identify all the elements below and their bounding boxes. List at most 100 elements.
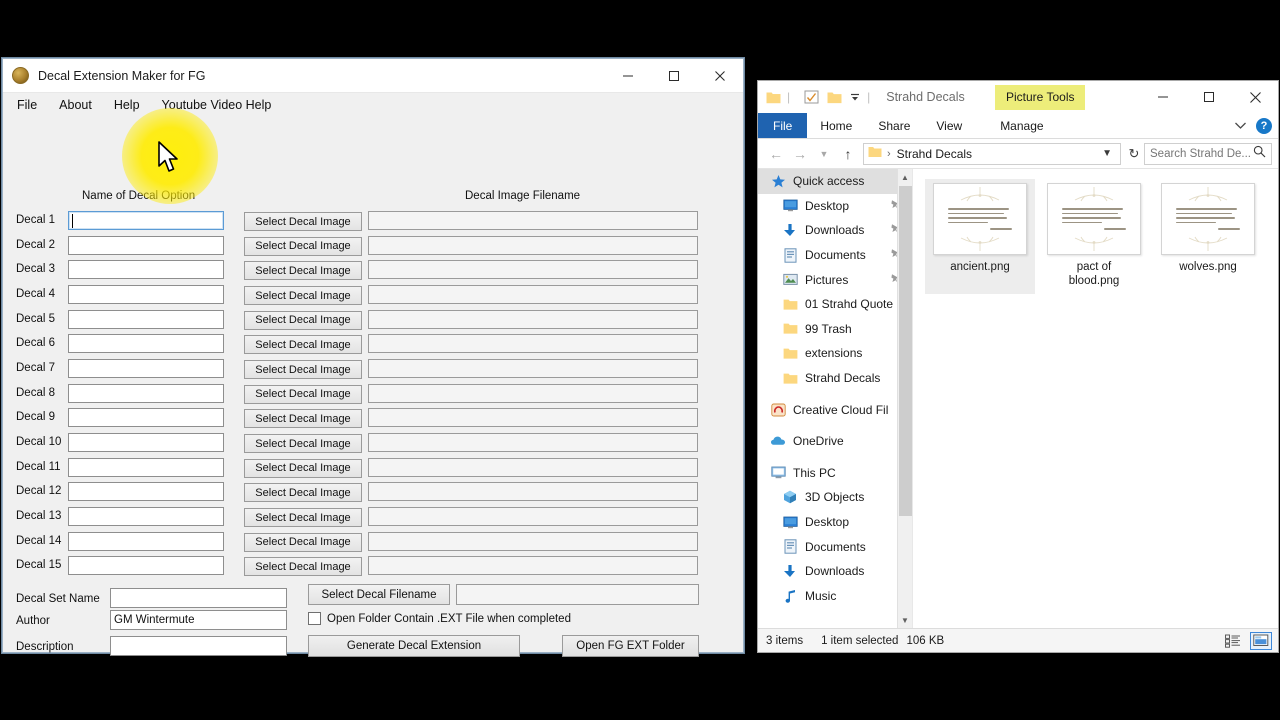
select-decal-image-button-4[interactable]: Select Decal Image [244,286,362,305]
chevron-down-icon[interactable] [1234,117,1247,135]
sidebar-item-extensions[interactable]: extensions [758,341,912,366]
decal-name-input-8[interactable] [68,383,224,403]
decal-image-filename-input-13[interactable] [368,507,698,527]
tab-file[interactable]: File [758,113,808,138]
select-decal-image-button-14[interactable]: Select Decal Image [244,532,362,552]
decal-name-input-5[interactable] [68,309,224,329]
large-icons-view-icon[interactable] [1250,631,1272,650]
decal-name-input-4[interactable] [68,285,224,304]
select-decal-image-button-13[interactable]: Select Decal Image [244,508,362,528]
sidebar-item-3d-objects[interactable]: 3D Objects [758,485,912,510]
sidebar-item-music[interactable]: Music [758,584,912,609]
author-input[interactable]: GM Wintermute [110,610,287,630]
sidebar-item-01-strahd-quote[interactable]: 01 Strahd Quote [758,292,912,317]
sidebar-item-desktop[interactable]: Desktop [758,194,912,219]
details-view-icon[interactable] [1222,632,1244,650]
close-icon[interactable] [697,59,743,92]
decal-name-input-13[interactable] [68,507,224,527]
open-fg-ext-folder-button[interactable]: Open FG EXT Folder [562,635,699,657]
sidebar-item-pictures[interactable]: Pictures [758,267,912,292]
sidebar-item-99-trash[interactable]: 99 Trash [758,317,912,342]
explorer-maximize-icon[interactable] [1186,82,1232,113]
recent-locations-chevron-icon[interactable]: ▼ [812,149,836,159]
select-decal-image-button-7[interactable]: Select Decal Image [244,360,362,380]
help-icon[interactable]: ? [1256,118,1272,134]
file-tile[interactable]: wolves.png [1153,179,1263,294]
sidebar-item-documents[interactable]: Documents [758,534,912,559]
tab-view[interactable]: View [923,113,975,138]
decal-image-filename-input-11[interactable] [368,457,698,477]
search-input[interactable]: Search Strahd De... [1144,142,1272,165]
decal-name-input-11[interactable] [68,457,224,477]
decal-name-input-2[interactable] [68,235,224,255]
decal-image-filename-input-3[interactable] [368,260,698,280]
sidebar-item-strahd-decals[interactable]: Strahd Decals [758,366,912,391]
menu-item-file[interactable]: File [17,98,37,112]
sidebar-item-downloads[interactable]: Downloads [758,218,912,243]
decal-name-input-7[interactable] [68,359,224,379]
select-decal-filename-button[interactable]: Select Decal Filename [308,584,450,605]
forward-icon[interactable]: → [788,146,812,162]
tab-share[interactable]: Share [865,113,923,138]
decal-image-filename-input-8[interactable] [368,383,698,403]
select-decal-image-button-12[interactable]: Select Decal Image [244,483,362,503]
up-icon[interactable]: ↑ [836,146,860,162]
navigation-scrollbar[interactable]: ▲ ▼ [897,169,912,628]
minimize-icon[interactable] [605,59,651,92]
file-tile[interactable]: pact of blood.png [1039,179,1149,294]
customize-dropdown-icon[interactable] [849,91,861,103]
folder-icon[interactable] [766,91,781,104]
select-decal-image-button-9[interactable]: Select Decal Image [244,409,362,429]
select-decal-image-button-8[interactable]: Select Decal Image [244,384,362,404]
breadcrumb-current-folder[interactable]: Strahd Decals [897,147,972,161]
decal-name-input-12[interactable] [68,482,224,502]
address-dropdown-icon[interactable]: ▼ [1102,148,1116,159]
decal-image-filename-input-10[interactable] [368,433,698,453]
back-icon[interactable]: ← [764,146,788,162]
address-input[interactable]: › Strahd Decals ▼ [863,142,1121,165]
tab-home[interactable]: Home [807,113,865,138]
decal-name-input-6[interactable] [68,334,224,354]
sidebar-item-downloads[interactable]: Downloads [758,559,912,584]
decal-image-filename-input-9[interactable] [368,408,698,428]
sidebar-item-onedrive[interactable]: OneDrive [758,429,912,454]
sidebar-item-desktop[interactable]: Desktop [758,510,912,535]
scroll-down-icon[interactable]: ▼ [898,612,912,628]
menu-item-about[interactable]: About [59,98,92,112]
select-decal-image-button-6[interactable]: Select Decal Image [244,335,362,355]
description-input[interactable] [110,636,287,656]
decal-image-filename-input-12[interactable] [368,482,698,502]
refresh-icon[interactable]: ↻ [1124,146,1144,162]
decal-image-filename-input-4[interactable] [368,285,698,304]
decal-image-filename-input-1[interactable] [368,211,698,230]
scroll-up-icon[interactable]: ▲ [898,169,912,185]
sidebar-item-this-pc[interactable]: This PC [758,461,912,486]
decal-name-input-14[interactable] [68,531,224,551]
select-decal-image-button-11[interactable]: Select Decal Image [244,458,362,478]
scrollbar-thumb[interactable] [899,186,912,516]
select-decal-image-button-1[interactable]: Select Decal Image [244,212,362,231]
open-folder-checkbox[interactable] [308,612,321,625]
properties-icon[interactable] [804,90,819,104]
menu-item-help[interactable]: Help [114,98,140,112]
decal-name-input-15[interactable] [68,556,224,576]
maximize-icon[interactable] [651,59,697,92]
decal-name-input-3[interactable] [68,260,224,280]
decal-image-filename-input-6[interactable] [368,334,698,354]
explorer-close-icon[interactable] [1232,82,1278,113]
select-decal-image-button-15[interactable]: Select Decal Image [244,557,362,577]
decal-image-filename-input-7[interactable] [368,359,698,379]
file-list-view[interactable]: ancient.png pact of blood.png wolves.png [913,169,1278,628]
decal-set-name-input[interactable] [110,588,287,608]
menu-item-youtube-video-help[interactable]: Youtube Video Help [162,98,272,112]
new-folder-icon[interactable] [827,91,842,104]
tab-manage[interactable]: Manage [987,113,1056,138]
decal-image-filename-input-14[interactable] [368,531,698,551]
sidebar-item-creative-cloud-fil[interactable]: Creative Cloud Fil [758,397,912,422]
decal-name-input-10[interactable] [68,433,224,453]
select-decal-image-button-2[interactable]: Select Decal Image [244,236,362,256]
file-tile[interactable]: ancient.png [925,179,1035,294]
select-decal-image-button-3[interactable]: Select Decal Image [244,261,362,281]
explorer-minimize-icon[interactable] [1140,82,1186,113]
decal-filename-path-input[interactable] [456,584,699,605]
